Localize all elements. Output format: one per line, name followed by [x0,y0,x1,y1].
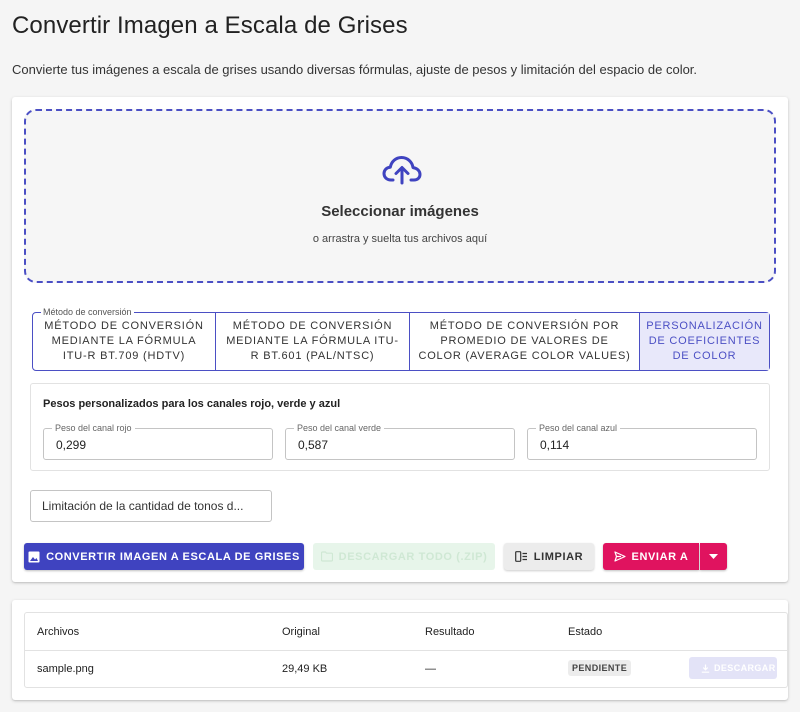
green-weight-label: Peso del canal verde [294,422,385,434]
files-card: Archivos Original Resultado Estado sampl… [12,600,788,700]
upload-title: Seleccionar imágenes [321,203,479,220]
method-option-bt601[interactable]: MÉTODO DE CONVERSIÓN MEDIANTE LA FÓRMULA… [216,313,410,370]
clear-button-label: LIMPIAR [533,550,584,563]
method-legend: Método de conversión [41,306,134,318]
red-weight-field[interactable]: Peso del canal rojo [43,422,273,460]
convert-button[interactable]: CONVERTIR IMAGEN A ESCALA DE GRISES [24,543,304,570]
page-title: Convertir Imagen a Escala de Grises [12,12,408,39]
weights-title: Pesos personalizados para los canales ro… [43,398,341,410]
tone-limit-select[interactable]: Limitación de la cantidad de tonos d... [30,490,272,522]
status-badge: PENDIENTE [568,660,632,676]
zip-button-label: DESCARGAR TODO (.ZIP) [338,550,488,563]
header-result: Resultado [425,626,475,638]
folder-icon [320,551,333,562]
file-name: sample.png [37,663,94,675]
method-option-average[interactable]: MÉTODO DE CONVERSIÓN POR PROMEDIO DE VAL… [410,313,640,370]
blue-weight-label: Peso del canal azul [536,422,621,434]
header-status: Estado [568,626,603,638]
red-weight-input[interactable] [56,438,256,452]
header-original: Original [282,626,320,638]
download-all-zip-button[interactable]: DESCARGAR TODO (.ZIP) [313,543,495,570]
send-icon [613,551,626,562]
custom-weights-panel: Pesos personalizados para los canales ro… [30,383,770,471]
send-button-label: ENVIAR A [631,550,689,563]
send-to-dropdown-button[interactable] [700,543,727,570]
upload-subtitle: o arrastra y suelta tus archivos aquí [312,233,488,245]
image-icon [28,551,40,562]
green-weight-field[interactable]: Peso del canal verde [285,422,515,460]
download-button-label: DESCARGAR [714,663,776,673]
download-icon [701,664,710,673]
result-size: — [425,663,436,675]
conversion-method-group: Método de conversión MÉTODO DE CONVERSIÓ… [32,306,770,371]
header-files: Archivos [37,626,80,638]
method-option-bt709[interactable]: MÉTODO DE CONVERSIÓN MEDIANTE LA FÓRMULA… [33,313,216,370]
files-table: Archivos Original Resultado Estado sampl… [24,612,788,688]
clear-list-icon [514,551,527,562]
method-option-custom[interactable]: PERSONALIZACIÓN DE COEFICIENTES DE COLOR [640,313,769,370]
caret-down-icon [709,554,718,559]
download-file-button[interactable]: DESCARGAR [689,657,777,679]
green-weight-input[interactable] [298,438,498,452]
send-to-button[interactable]: ENVIAR A [603,543,699,570]
upload-dropzone[interactable]: Seleccionar imágenes o arrastra y suelta… [24,109,776,283]
blue-weight-input[interactable] [540,438,740,452]
page-description: Convierte tus imágenes a escala de grise… [12,62,698,77]
cloud-upload-icon [382,156,422,185]
converter-card: Seleccionar imágenes o arrastra y suelta… [12,97,788,582]
red-weight-label: Peso del canal rojo [52,422,135,434]
original-size: 29,49 KB [282,663,328,675]
header-divider [25,650,787,651]
convert-button-label: CONVERTIR IMAGEN A ESCALA DE GRISES [46,550,300,563]
clear-button[interactable]: LIMPIAR [504,543,594,570]
blue-weight-field[interactable]: Peso del canal azul [527,422,757,460]
